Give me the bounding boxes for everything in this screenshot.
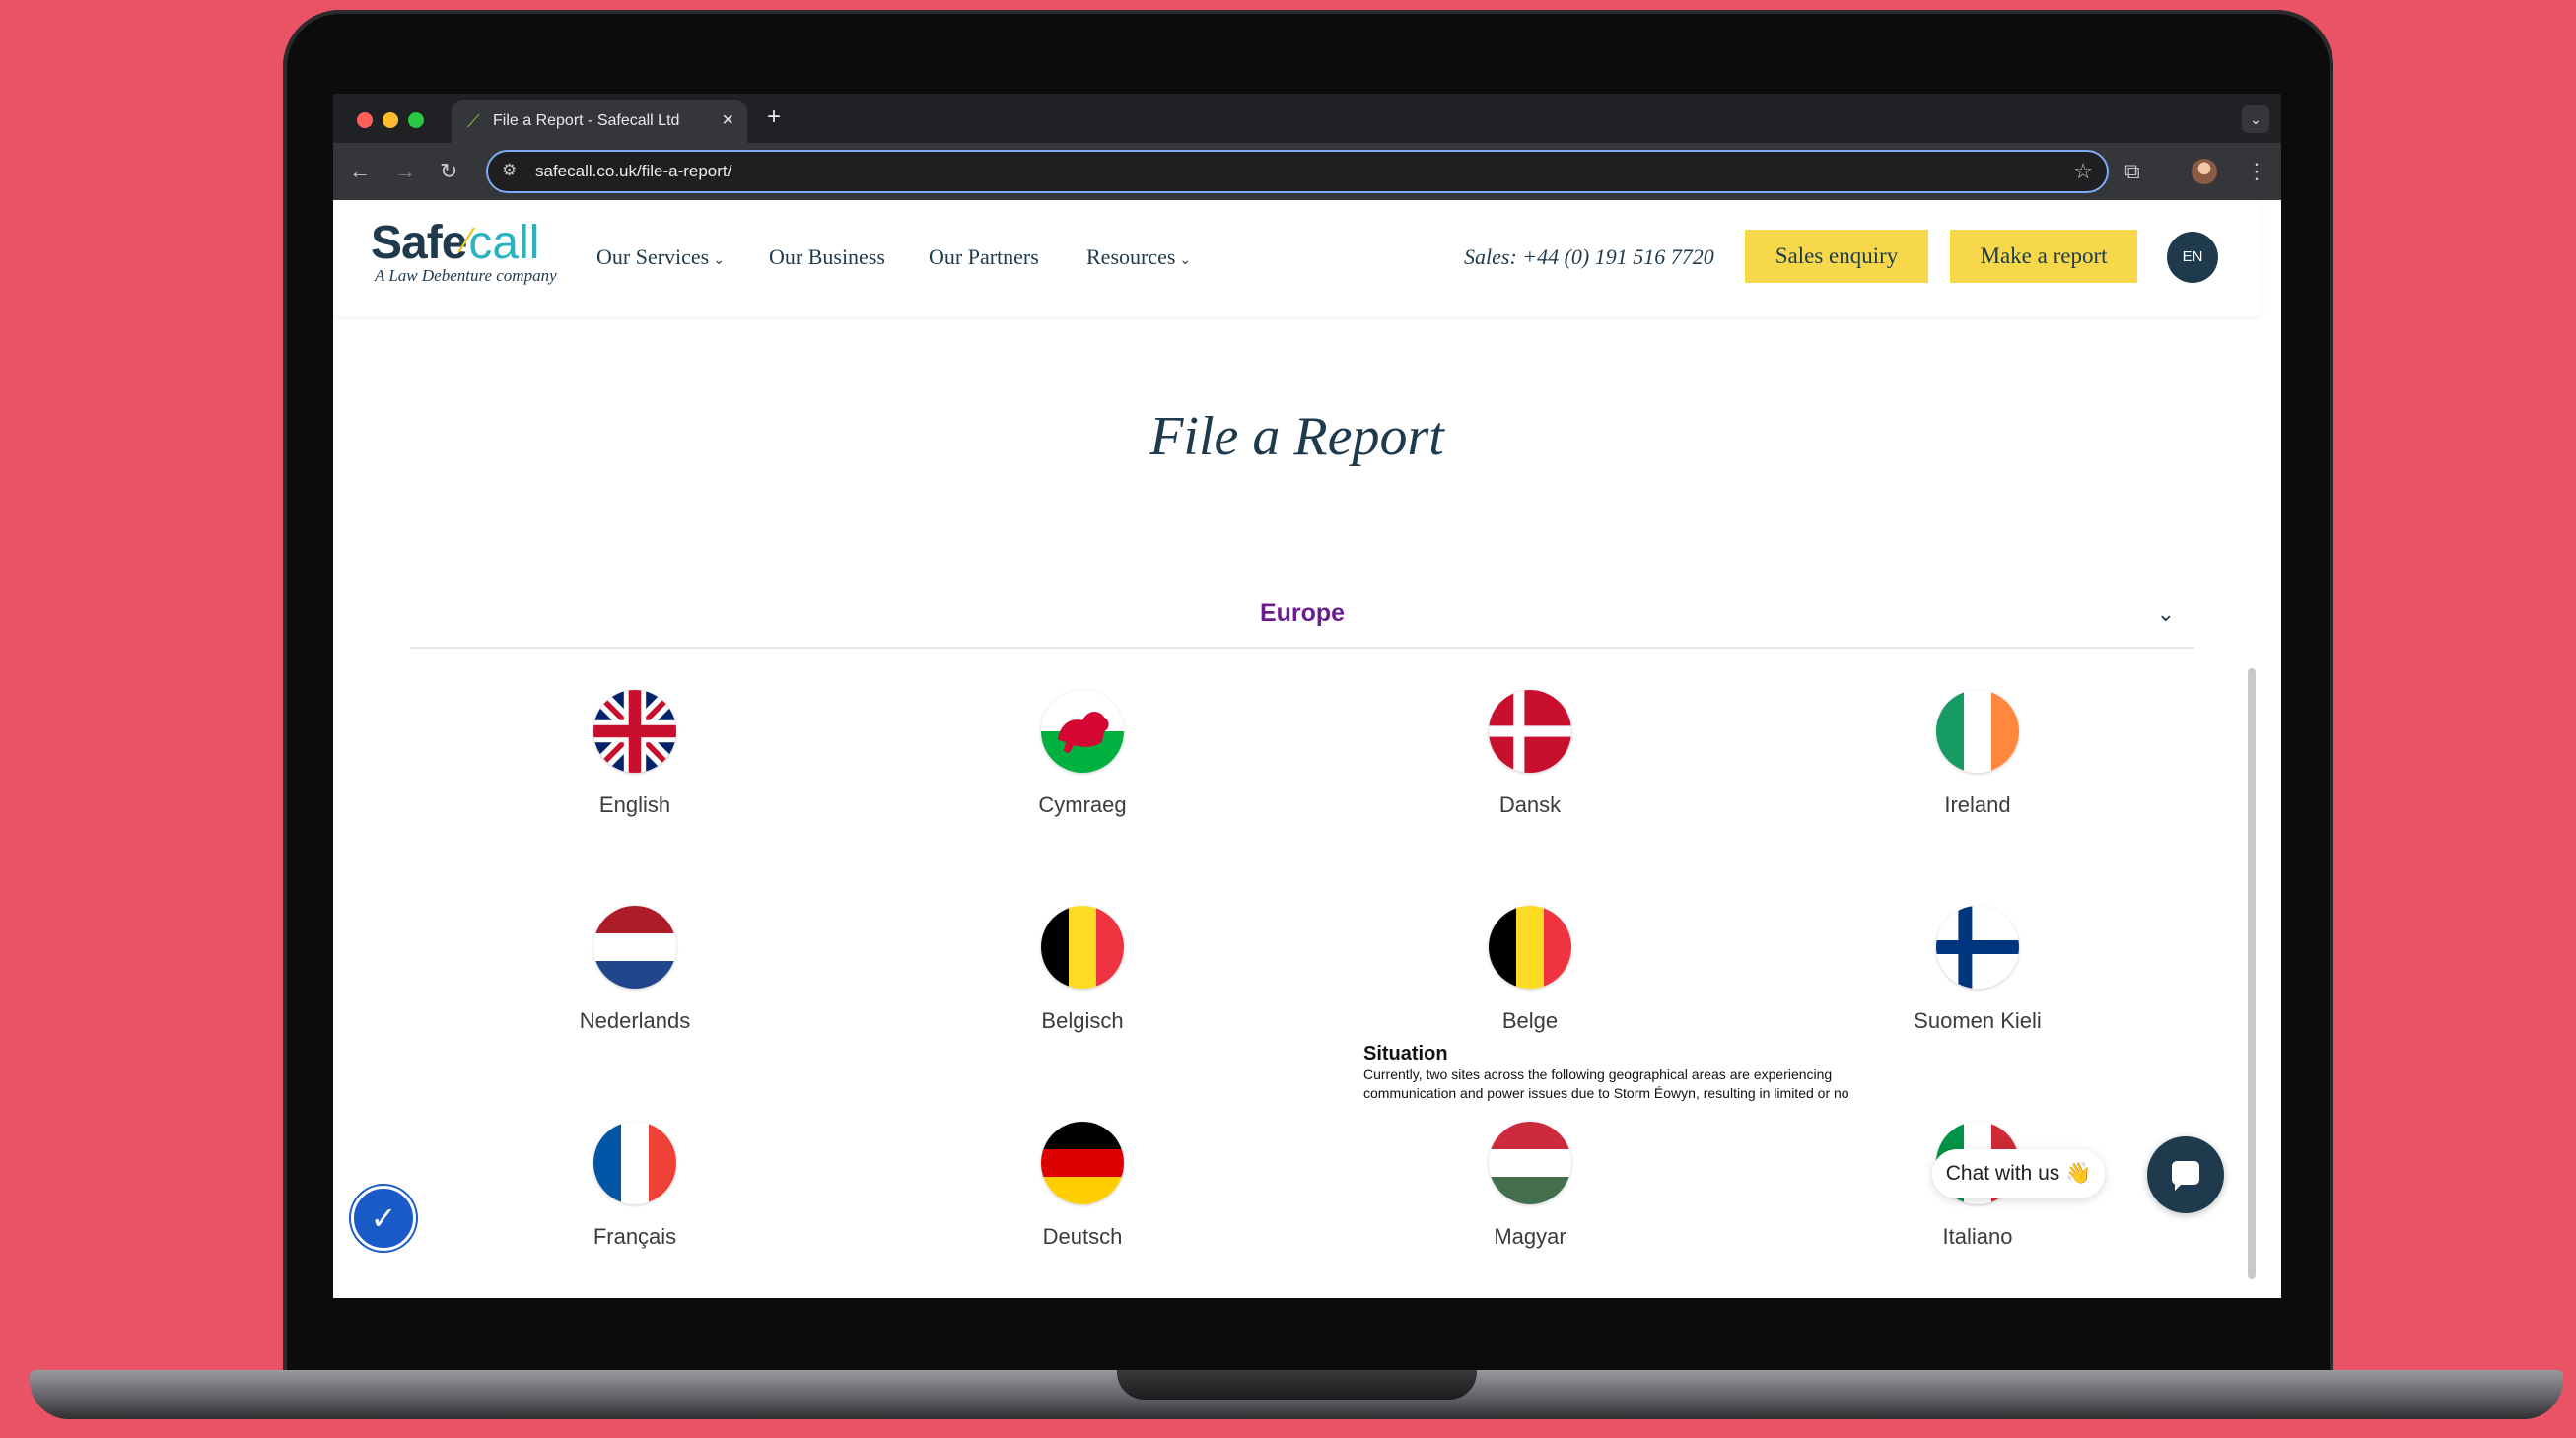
- nav-our-partners[interactable]: Our Partners: [929, 244, 1039, 270]
- accessibility-widget-icon[interactable]: ✓: [351, 1186, 416, 1251]
- belgium-flag-icon[interactable]: [1489, 906, 1571, 989]
- web-page: Safe⁄call A Law Debenture company Our Se…: [333, 200, 2281, 1298]
- logo-call-text: call: [468, 217, 540, 269]
- forward-arrow-icon[interactable]: →: [394, 159, 416, 184]
- browser-tab-bar: ⟋ File a Report - Safecall Ltd × + ⌄: [333, 94, 2281, 143]
- site-settings-icon[interactable]: ⚙: [502, 161, 517, 180]
- language-italiano[interactable]: Italiano: [1830, 1224, 2125, 1250]
- laptop-screen: ⟋ File a Report - Safecall Ltd × + ⌄ ← →…: [333, 94, 2281, 1298]
- uk-flag-icon[interactable]: [593, 690, 676, 773]
- safecall-logo[interactable]: Safe⁄call A Law Debenture company: [371, 216, 557, 286]
- chat-launcher-button[interactable]: [2147, 1136, 2224, 1213]
- language-english[interactable]: English: [487, 792, 783, 818]
- situation-line-1: Currently, two sites across the followin…: [1363, 1066, 1833, 1082]
- situation-notice: Situation Currently, two sites across th…: [1363, 1043, 1935, 1103]
- close-window-button[interactable]: [357, 112, 373, 128]
- laptop-notch: [1117, 1370, 1477, 1400]
- browser-tab-active[interactable]: ⟋ File a Report - Safecall Ltd ×: [452, 100, 747, 143]
- france-flag-icon[interactable]: [593, 1122, 676, 1204]
- minimize-window-button[interactable]: [383, 112, 398, 128]
- browser-menu-icon[interactable]: ⋮: [2246, 159, 2267, 184]
- safecall-favicon-icon: ⟋: [467, 111, 480, 131]
- chat-bubble-tail: [2175, 1182, 2184, 1191]
- address-url[interactable]: safecall.co.uk/file-a-report/: [535, 162, 731, 181]
- profile-avatar[interactable]: [2192, 159, 2217, 184]
- language-deutsch[interactable]: Deutsch: [935, 1224, 1230, 1250]
- logo-slash-icon: ⁄: [464, 220, 471, 260]
- nav-resources[interactable]: Resources ⌄: [1086, 244, 1191, 270]
- make-a-report-button[interactable]: Make a report: [1950, 230, 2137, 283]
- chevron-down-icon[interactable]: ⌄: [2157, 601, 2175, 627]
- germany-flag-icon[interactable]: [1041, 1122, 1124, 1204]
- tab-title: File a Report - Safecall Ltd: [493, 112, 680, 129]
- nav-our-business[interactable]: Our Business: [769, 244, 885, 270]
- tab-search-chevron-icon[interactable]: ⌄: [2242, 105, 2269, 133]
- finland-flag-icon[interactable]: [1936, 906, 2019, 989]
- belgium-flag-icon[interactable]: [1041, 906, 1124, 989]
- chevron-down-icon: ⌄: [713, 253, 725, 268]
- language-cymraeg[interactable]: Cymraeg: [935, 792, 1230, 818]
- logo-tagline: A Law Debenture company: [375, 266, 557, 285]
- nav-resources-label: Resources: [1086, 244, 1176, 269]
- logo-safe-text: Safe: [371, 217, 467, 269]
- address-bar[interactable]: ⚙ safecall.co.uk/file-a-report/ ☆: [486, 150, 2109, 193]
- chevron-down-icon: ⌄: [1179, 253, 1192, 268]
- close-tab-icon[interactable]: ×: [722, 109, 733, 132]
- language-ireland[interactable]: Ireland: [1830, 792, 2125, 818]
- back-arrow-icon[interactable]: ←: [349, 159, 371, 184]
- chat-with-us-prompt[interactable]: Chat with us 👋: [1932, 1149, 2105, 1198]
- situation-heading: Situation: [1363, 1043, 1448, 1064]
- reload-icon[interactable]: ↻: [440, 159, 457, 184]
- region-accordion-europe[interactable]: Europe ⌄: [410, 589, 2194, 649]
- language-nederlands[interactable]: Nederlands: [487, 1008, 783, 1034]
- hungary-flag-icon[interactable]: [1489, 1122, 1571, 1204]
- new-tab-button[interactable]: +: [767, 103, 781, 131]
- language-selector-button[interactable]: EN: [2167, 232, 2218, 283]
- wales-flag-icon[interactable]: [1041, 690, 1124, 773]
- site-header: Safe⁄call A Law Debenture company Our Se…: [333, 200, 2261, 316]
- browser-toolbar: ← → ↻ ⚙ safecall.co.uk/file-a-report/ ☆ …: [333, 143, 2281, 200]
- maximize-window-button[interactable]: [408, 112, 424, 128]
- language-magyar[interactable]: Magyar: [1382, 1224, 1678, 1250]
- sales-phone[interactable]: Sales: +44 (0) 191 516 7720: [1464, 244, 1714, 270]
- region-label: Europe: [1259, 599, 1346, 627]
- language-belgisch[interactable]: Belgisch: [935, 1008, 1230, 1034]
- language-belge[interactable]: Belge: [1382, 1008, 1678, 1034]
- situation-line-2: communication and power issues due to St…: [1363, 1085, 1849, 1101]
- denmark-flag-icon[interactable]: [1489, 690, 1571, 773]
- extensions-puzzle-icon[interactable]: ⧉: [2124, 159, 2140, 184]
- language-dansk[interactable]: Dansk: [1382, 792, 1678, 818]
- language-suomen-kieli[interactable]: Suomen Kieli: [1830, 1008, 2125, 1034]
- scrollbar-thumb[interactable]: [2248, 668, 2256, 1279]
- nav-our-services[interactable]: Our Services ⌄: [596, 244, 725, 270]
- sales-enquiry-button[interactable]: Sales enquiry: [1745, 230, 1928, 283]
- netherlands-flag-icon[interactable]: [593, 906, 676, 989]
- bookmark-star-icon[interactable]: ☆: [2073, 159, 2093, 184]
- page-title: File a Report: [1149, 406, 1444, 467]
- language-francais[interactable]: Français: [487, 1224, 783, 1250]
- nav-our-services-label: Our Services: [596, 244, 710, 269]
- ireland-flag-icon[interactable]: [1936, 690, 2019, 773]
